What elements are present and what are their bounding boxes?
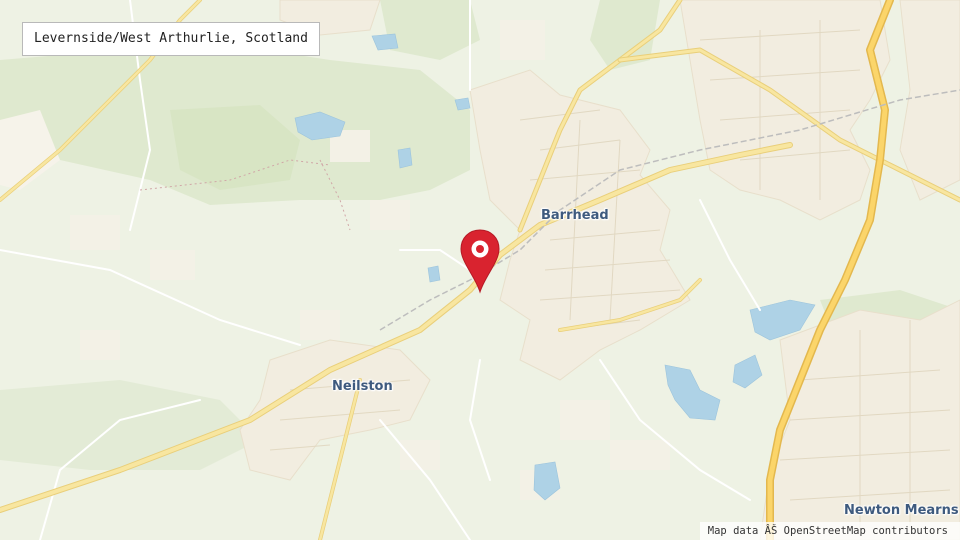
map-pin-icon[interactable] bbox=[458, 228, 502, 296]
place-label-barrhead: Barrhead bbox=[541, 208, 609, 223]
map-attribution[interactable]: Map data ÂŠ OpenStreetMap contributors bbox=[699, 522, 960, 540]
place-label-newton-mearns: Newton Mearns bbox=[844, 503, 959, 518]
map-view[interactable]: Barrhead Neilston Newton Mearns Levernsi… bbox=[0, 0, 960, 540]
place-label-neilston: Neilston bbox=[332, 379, 393, 394]
location-title: Levernside/West Arthurlie, Scotland bbox=[22, 22, 320, 56]
